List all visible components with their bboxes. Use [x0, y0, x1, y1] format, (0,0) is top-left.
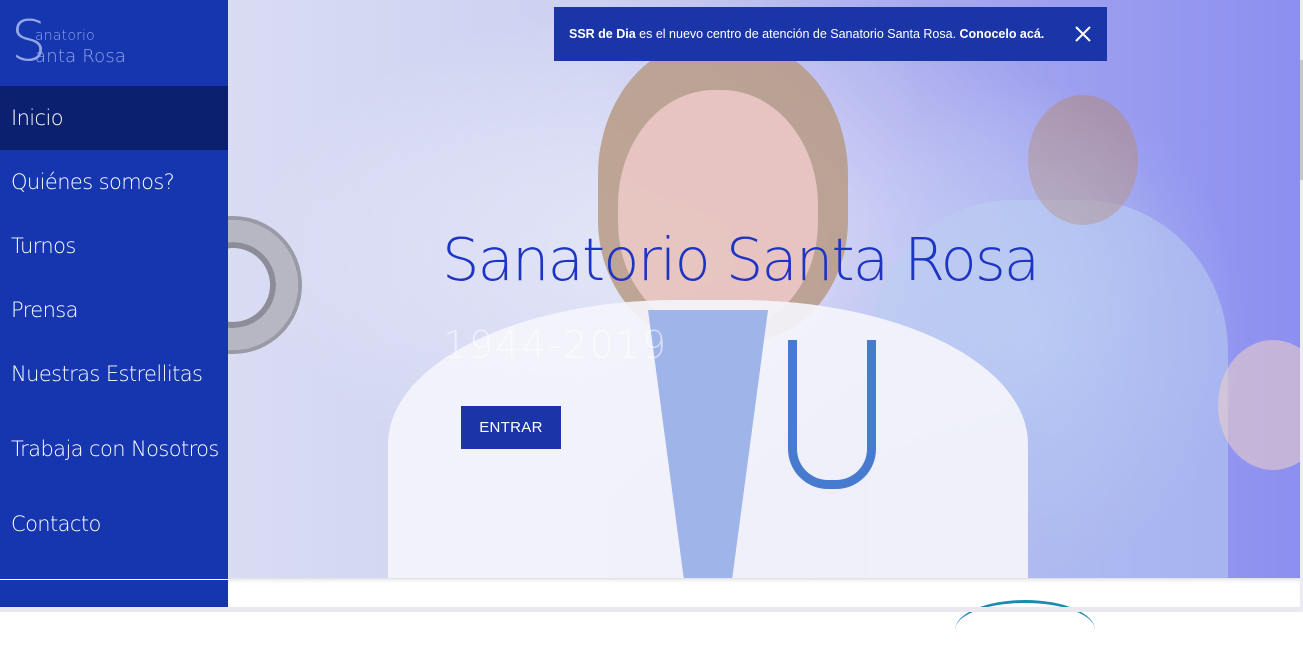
nav-item-quienes-somos[interactable]: Quiénes somos?	[0, 150, 228, 214]
notice-body: es el nuevo centro de atención de Sanato…	[635, 27, 960, 41]
nav-item-inicio[interactable]: Inicio	[0, 86, 228, 150]
notice-bold-prefix: SSR de Dia	[569, 27, 636, 41]
nav-item-trabaja-con-nosotros[interactable]: Trabaja con Nosotros	[0, 406, 228, 492]
logo[interactable]: S anatorio anta Rosa	[11, 14, 211, 74]
nav-item-contacto[interactable]: Contacto	[0, 492, 228, 556]
notice-link[interactable]: Conocelo acá.	[960, 27, 1045, 41]
hero-title: Sanatorio Santa Rosa	[442, 225, 1040, 294]
logo-line-1: anatorio	[35, 28, 95, 44]
window-bottom-edge	[0, 607, 1303, 612]
stethoscope-image	[788, 340, 876, 489]
main-nav: Inicio Quiénes somos? Turnos Prensa Nues…	[0, 86, 228, 556]
hero-years: 1944-2019	[443, 323, 669, 367]
nav-item-turnos[interactable]: Turnos	[0, 214, 228, 278]
sidebar: S anatorio anta Rosa Inicio Quiénes somo…	[0, 0, 228, 612]
notice-text: SSR de Dia es el nuevo centro de atenció…	[569, 27, 1044, 41]
nav-item-prensa[interactable]: Prensa	[0, 278, 228, 342]
enter-button[interactable]: ENTRAR	[461, 406, 561, 449]
nav-item-nuestras-estrellitas[interactable]: Nuestras Estrellitas	[0, 342, 228, 406]
logo-line-2: anta Rosa	[35, 46, 127, 67]
notice-banner: SSR de Dia es el nuevo centro de atenció…	[554, 7, 1107, 61]
sidebar-divider	[0, 579, 228, 580]
close-icon[interactable]	[1071, 22, 1095, 46]
